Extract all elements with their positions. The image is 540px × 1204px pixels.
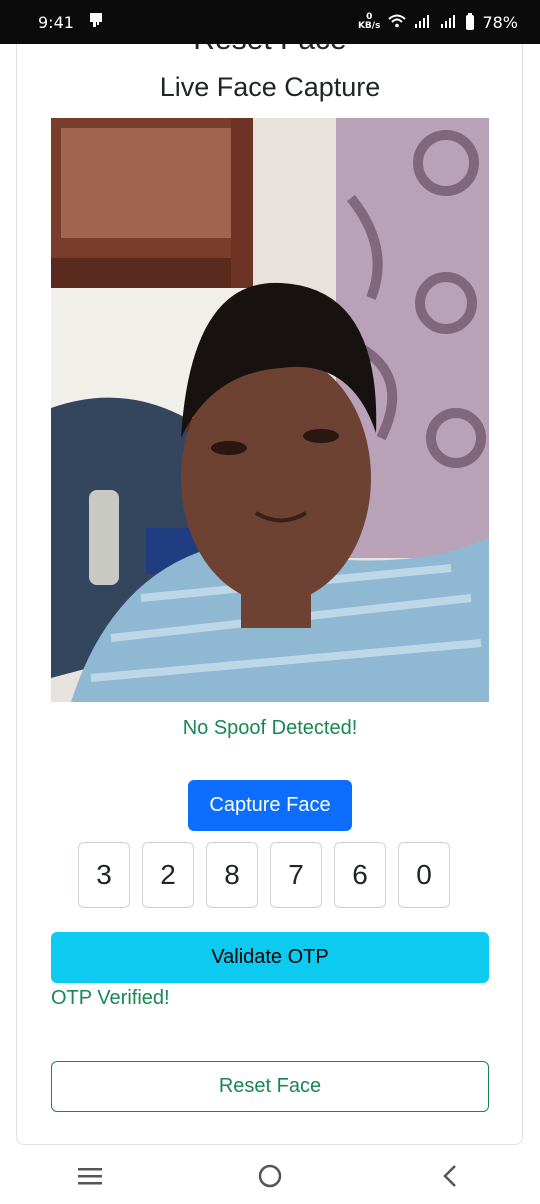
recent-apps-button[interactable] (60, 1156, 120, 1196)
spoof-status-text: No Spoof Detected! (182, 717, 358, 739)
reset-face-button[interactable]: Reset Face (51, 1061, 489, 1112)
notification-icon-overlay (88, 12, 104, 32)
otp-status-text: OTP Verified! (51, 987, 170, 1009)
section-title: Live Face Capture (159, 72, 381, 102)
otp-digit-6[interactable]: 0 (398, 842, 450, 908)
signal-icon-overlay (414, 13, 432, 32)
battery-level-overlay: 78% (482, 12, 518, 32)
capture-face-button[interactable]: Capture Face (188, 780, 352, 831)
otp-digit-1[interactable]: 3 (78, 842, 130, 908)
back-button[interactable] (420, 1156, 480, 1196)
net-speed-unit-overlay: KB/s (357, 21, 381, 31)
system-nav-bar (0, 1148, 540, 1204)
net-speed-overlay: 0 KB/s (358, 13, 380, 31)
otp-input-group: 3 2 8 7 6 0 (78, 842, 450, 908)
menu-lines-icon (78, 1168, 102, 1185)
otp-digit-4[interactable]: 7 (270, 842, 322, 908)
otp-digit-3[interactable]: 8 (206, 842, 258, 908)
home-button[interactable] (240, 1156, 300, 1196)
otp-digit-2[interactable]: 2 (142, 842, 194, 908)
home-circle-icon (258, 1164, 282, 1188)
status-bar-overlay: 9:41 0 KB/s 78% (0, 0, 540, 44)
camera-feed (51, 118, 489, 702)
camera-frame-illustration (51, 118, 489, 702)
wifi-icon-overlay (388, 13, 407, 32)
validate-otp-button[interactable]: Validate OTP (51, 932, 489, 983)
signal-icon-2-overlay (440, 13, 458, 32)
otp-digit-5[interactable]: 6 (334, 842, 386, 908)
status-time-overlay: 9:41 (38, 12, 74, 32)
back-chevron-icon (443, 1165, 456, 1187)
battery-icon-overlay (466, 12, 475, 30)
